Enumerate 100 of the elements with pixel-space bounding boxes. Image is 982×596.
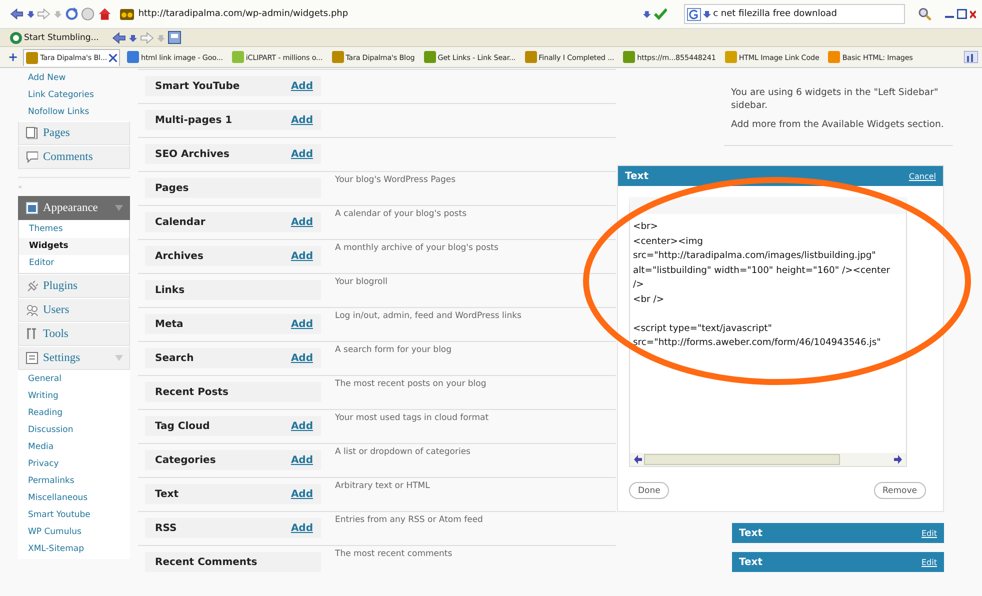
submenu-link[interactable]: Miscellaneous (18, 490, 130, 507)
back-arrow-icon[interactable] (10, 8, 24, 20)
menu-item[interactable]: Plugins (18, 274, 130, 298)
sidebar-info-text: Add more from the Available Widgets section. (731, 118, 945, 131)
add-link[interactable]: Add (290, 318, 313, 330)
widget-description: Entries from any RSS or Atom feed (335, 515, 483, 527)
submenu-link[interactable]: Media (18, 439, 130, 456)
dropdown-arrow-icon[interactable] (703, 9, 712, 19)
back-arrow-icon[interactable] (112, 32, 126, 44)
submenu-link[interactable]: Nofollow Links (18, 104, 130, 121)
close-icon[interactable] (109, 54, 117, 62)
add-link[interactable]: Add (290, 352, 313, 364)
widget-description: A calendar of your blog's posts (335, 209, 466, 221)
edit-link[interactable]: Edit (922, 528, 937, 538)
site-icon (127, 51, 139, 63)
menu-item[interactable]: Pages (18, 121, 130, 145)
cancel-link[interactable]: Cancel (908, 172, 936, 180)
dropdown-arrow-icon[interactable] (642, 9, 651, 19)
submenu-link[interactable]: Reading (18, 405, 130, 422)
widget-title-bar[interactable]: Categories Add (145, 450, 321, 470)
edit-link[interactable]: Edit (922, 558, 937, 566)
add-link[interactable]: Add (290, 250, 313, 262)
toolbar-page-icon[interactable] (168, 31, 181, 44)
widget-title-bar[interactable]: Calendar Add (145, 212, 321, 232)
add-link[interactable]: Add (290, 148, 313, 160)
horizontal-scrollbar[interactable] (630, 453, 906, 466)
page-icon (26, 127, 38, 139)
menu-item[interactable]: Settings (18, 346, 130, 370)
widget-title-bar[interactable]: Pages (145, 178, 321, 198)
toggle-arrow-icon[interactable] (115, 355, 123, 361)
done-button[interactable]: Done (629, 482, 670, 499)
menu-item[interactable]: Tools (18, 322, 130, 346)
scrollbar-thumb[interactable] (644, 454, 840, 465)
widget-title-bar[interactable]: RSS Add (145, 518, 321, 538)
submenu-link[interactable]: Smart Youtube (18, 507, 130, 524)
menu-item[interactable]: Appearance (18, 196, 130, 220)
widget-title-bar[interactable]: Multi-pages 1 Add (145, 110, 321, 130)
add-link[interactable]: Add (290, 80, 313, 92)
new-tab-button[interactable]: + (8, 50, 18, 64)
site-icon (828, 51, 840, 63)
widget-title-bar[interactable]: Archives Add (145, 246, 321, 266)
widget-title-bar[interactable]: Meta Add (145, 314, 321, 334)
widget-title-bar[interactable]: Smart YouTube Add (145, 76, 321, 96)
widget-description: Log in/out, admin, feed and WordPress links (335, 311, 522, 323)
address-field[interactable]: http://taradipalma.com/wp-admin/widgets.php (118, 5, 640, 23)
widget-title-bar[interactable]: Text Add (145, 484, 321, 504)
window-icon (26, 202, 38, 214)
forward-arrow-icon[interactable] (37, 8, 51, 20)
stop-icon[interactable] (81, 7, 95, 21)
submenu-link[interactable]: Themes (19, 221, 129, 238)
widget-title-bar[interactable]: SEO Archives Add (145, 144, 321, 164)
submenu-link[interactable]: Editor (19, 255, 129, 272)
scroll-left-icon[interactable] (634, 455, 642, 464)
submenu-link[interactable]: Add New (18, 70, 130, 87)
toggle-arrow-icon[interactable] (115, 205, 123, 211)
submenu-link[interactable]: Widgets (19, 238, 129, 255)
menu-item[interactable]: Users (18, 298, 130, 322)
submenu-link[interactable]: General (18, 371, 130, 388)
add-link[interactable]: Add (290, 420, 313, 432)
search-engine-icon[interactable] (687, 8, 702, 20)
submenu-link[interactable]: Link Categories (18, 87, 130, 104)
widget-description: A monthly archive of your blog's posts (335, 243, 498, 255)
widget-text-field[interactable]: <br> <center><img src="http://taradipalma.com/images/listbuilding.jpg" alt="listbuilding" width="100" height="160" /><center /> <br /> <script type="text/javascript" src="http://forms.aweber.com/form/46/104943546.js" (630, 214, 906, 453)
widget-header[interactable]: Text Edit (732, 523, 944, 543)
submenu-link[interactable]: Privacy (18, 456, 130, 473)
widget-title-bar[interactable]: Links (145, 280, 321, 300)
add-link[interactable]: Add (290, 114, 313, 126)
search-icon[interactable] (918, 7, 932, 21)
tools-icon (26, 328, 38, 340)
chart-icon[interactable] (964, 51, 978, 63)
speech-bubble-icon (26, 151, 38, 163)
maximize-icon[interactable] (957, 9, 968, 19)
menu-item[interactable]: Comments (18, 145, 130, 169)
home-icon[interactable] (98, 7, 112, 21)
search-field[interactable]: c net filezilla free download (684, 4, 906, 24)
widget-title-bar[interactable]: Recent Comments (145, 552, 321, 572)
close-icon[interactable] (970, 9, 976, 19)
add-link[interactable]: Add (290, 488, 313, 500)
scroll-right-icon[interactable] (894, 455, 902, 464)
submenu-link[interactable]: WP Cumulus (18, 524, 130, 541)
dropdown-arrow-icon[interactable] (26, 9, 34, 19)
submenu-link[interactable]: Writing (18, 388, 130, 405)
submenu-link[interactable]: XML-Sitemap (18, 541, 130, 558)
go-check-icon[interactable] (654, 8, 668, 20)
reload-icon[interactable] (64, 7, 78, 21)
widget-title-bar[interactable]: Search Add (145, 348, 321, 368)
add-link[interactable]: Add (290, 522, 313, 534)
submenu-link[interactable]: Permalinks (18, 473, 130, 490)
submenu-link[interactable]: Discussion (18, 422, 130, 439)
stumble-button[interactable]: Start Stumbling... (10, 32, 99, 44)
widget-title-bar[interactable]: Recent Posts (145, 382, 321, 402)
plug-icon (26, 280, 38, 292)
widget-header[interactable]: Text Edit (732, 552, 944, 572)
dropdown-arrow-icon[interactable] (128, 32, 137, 42)
widget-description: Arbitrary text or HTML (335, 481, 430, 493)
add-link[interactable]: Add (290, 216, 313, 228)
add-link[interactable]: Add (290, 454, 313, 466)
site-icon (120, 8, 134, 20)
widget-title-bar[interactable]: Tag Cloud Add (145, 416, 321, 436)
remove-button[interactable]: Remove (874, 482, 926, 499)
